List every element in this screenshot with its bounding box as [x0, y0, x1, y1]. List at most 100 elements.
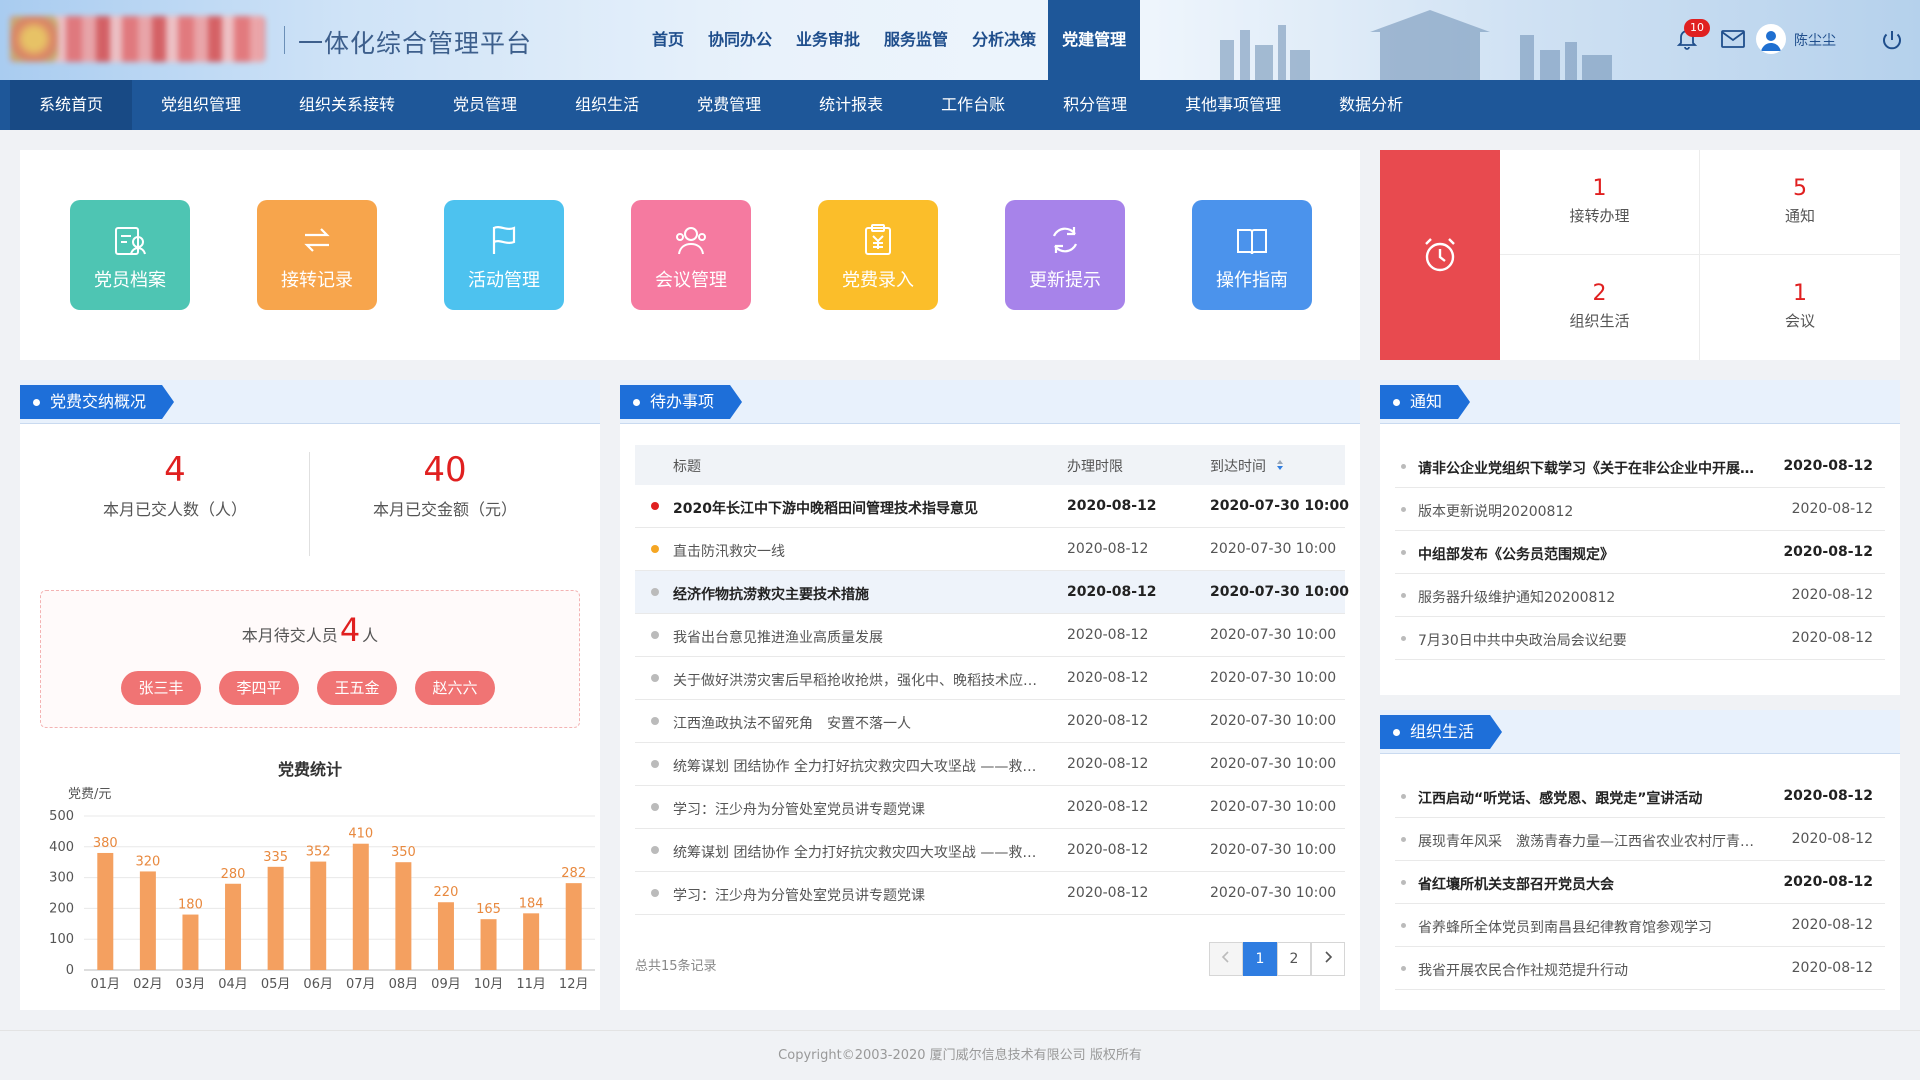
list-item[interactable]: 江西启动“听党话、感党恩、跟党走”宣讲活动 2020-08-12: [1395, 775, 1885, 818]
item-date: 2020-08-12: [1791, 501, 1873, 517]
list-item[interactable]: 省红壤所机关支部召开党员大会 2020-08-12: [1395, 861, 1885, 904]
list-item[interactable]: 请非公企业党组织下载学习《关于在非公企业中开展党员教育工作的通知》 2020-08…: [1395, 445, 1885, 488]
nav-approval[interactable]: 业务审批: [784, 0, 872, 80]
meeting-management-button[interactable]: 会议管理: [631, 200, 751, 310]
list-item[interactable]: 展现青年风采 激荡青春力量—江西省农业农村厅青年干部座谈会 2020-08-12: [1395, 818, 1885, 861]
bullet-icon: [1401, 550, 1406, 555]
organization-logo: [10, 16, 265, 62]
table-row[interactable]: 学习：汪少舟为分管处室党员讲专题党课 2020-08-12 2020-07-30 1…: [635, 872, 1345, 915]
member-file-button[interactable]: 党员档案: [70, 200, 190, 310]
list-item[interactable]: 7月30日中共中央政治局会议纪要 2020-08-12: [1395, 617, 1885, 660]
nav-supervision[interactable]: 服务监管: [872, 0, 960, 80]
item-title: 江西启动“听党话、感党恩、跟党走”宣讲活动: [1418, 791, 1703, 807]
status-dot: [651, 502, 659, 510]
table-row[interactable]: 统筹谋划 团结协作 全力打好抗灾救灾四大攻坚战 ——救灾物资保障 2020-08-…: [635, 829, 1345, 872]
refresh-icon: [1052, 227, 1078, 253]
org-life-panel: 组织生活 江西启动“听党话、感党恩、跟党走”宣讲活动 2020-08-12 展现青年…: [1380, 710, 1900, 1010]
task-title: 经济作物抗涝救灾主要技术措施: [673, 587, 869, 603]
task-deadline: 2020-08-12: [1067, 541, 1149, 557]
item-title: 请非公企业党组织下载学习《关于在非公企业中开展党员教育工作的通知》: [1418, 461, 1758, 477]
table-row[interactable]: 经济作物抗涝救灾主要技术措施 2020-08-12 2020-07-30 10:00: [635, 571, 1349, 614]
fee-entry-button[interactable]: 党费录入: [818, 200, 938, 310]
todo-org-life-cell[interactable]: 2 组织生活: [1500, 255, 1700, 360]
data-label: 184: [519, 896, 544, 911]
bullet-icon: [1401, 880, 1406, 885]
nav-office[interactable]: 协同办公: [696, 0, 784, 80]
x-tick-label: 10月: [474, 977, 504, 992]
nav-party-building[interactable]: 党建管理: [1048, 0, 1141, 80]
next-page-button[interactable]: [1311, 942, 1345, 976]
transfer-record-button[interactable]: 接转记录: [257, 200, 377, 310]
bar: [480, 919, 497, 970]
task-arrival: 2020-07-30 10:00: [1210, 713, 1337, 729]
update-tips-button[interactable]: 更新提示: [1005, 200, 1125, 310]
list-item[interactable]: 版本更新说明20200812 2020-08-12: [1395, 488, 1885, 531]
pending-member-pill[interactable]: 张三丰: [121, 671, 201, 705]
data-label: 380: [93, 836, 118, 851]
task-arrival: 2020-07-30 10:00: [1210, 756, 1337, 772]
subnav-relation-transfer[interactable]: 组织关系接转: [270, 80, 424, 130]
nav-analysis[interactable]: 分析决策: [960, 0, 1048, 80]
nav-home[interactable]: 首页: [640, 0, 696, 80]
pending-member-pill[interactable]: 李四平: [219, 671, 299, 705]
table-row[interactable]: 统筹谋划 团结协作 全力打好抗灾救灾四大攻坚战 ——救灾物资保障 2020-08-…: [635, 743, 1345, 786]
subnav-ledger[interactable]: 工作台账: [912, 80, 1034, 130]
activity-management-button[interactable]: 活动管理: [444, 200, 564, 310]
fee-overview-panel: 党费交纳概况 4 本月已交人数（人） 40 本月已交金额（元） 本月待交人员4 人…: [20, 380, 600, 1010]
sub-navigation: 系统首页 党组织管理 组织关系接转 党员管理 组织生活 党费管理 统计报表 工作…: [0, 80, 1920, 130]
y-tick-label: 300: [49, 871, 74, 886]
bar: [97, 852, 114, 970]
subnav-org-life[interactable]: 组织生活: [546, 80, 668, 130]
table-row[interactable]: 关于做好洪涝灾害后早稻抢收抢烘，强化中、晚稻技术应对的通知 2020-08-12 2…: [635, 657, 1345, 700]
notice-panel: 通知 请非公企业党组织下载学习《关于在非公企业中开展党员教育工作的通知》 2020…: [1380, 380, 1900, 695]
panel-title: 党费交纳概况: [20, 385, 174, 419]
footer-copyright: Copyright©2003-2020 厦门威尔信息技术有限公司 版权所有: [0, 1030, 1920, 1080]
item-date: 2020-08-12: [1783, 874, 1873, 890]
quick-action-label: 活动管理: [468, 270, 540, 291]
pending-member-pill[interactable]: 赵六六: [415, 671, 495, 705]
item-title: 服务器升级维护通知20200812: [1418, 590, 1616, 606]
list-item[interactable]: 省养蜂所全体党员到南昌县纪律教育馆参观学习 2020-08-12: [1395, 904, 1885, 947]
bar: [523, 913, 540, 970]
mail-icon[interactable]: [1720, 28, 1746, 50]
subnav-member[interactable]: 党员管理: [424, 80, 546, 130]
item-title: 7月30日中共中央政治局会议纪要: [1418, 633, 1627, 649]
prev-page-button[interactable]: [1209, 942, 1243, 976]
list-item[interactable]: 服务器升级维护通知20200812 2020-08-12: [1395, 574, 1885, 617]
sort-icon[interactable]: [1276, 459, 1284, 471]
header-arrival[interactable]: 到达时间: [1210, 456, 1266, 476]
table-row[interactable]: 我省出台意见推进渔业高质量发展 2020-08-12 2020-07-30 10:0…: [635, 614, 1345, 657]
table-row[interactable]: 直击防汛救灾一线 2020-08-12 2020-07-30 10:00: [635, 528, 1345, 571]
page-button[interactable]: 1: [1243, 942, 1277, 976]
subnav-reports[interactable]: 统计报表: [790, 80, 912, 130]
x-tick-label: 11月: [516, 977, 546, 992]
subnav-home[interactable]: 系统首页: [10, 80, 133, 130]
y-tick-label: 200: [49, 901, 74, 916]
header-divider: [284, 26, 285, 54]
todo-transfer-cell[interactable]: 1 接转办理: [1500, 150, 1700, 255]
panel-header: 待办事项: [620, 380, 1360, 424]
subnav-fee[interactable]: 党费管理: [668, 80, 790, 130]
user-avatar[interactable]: [1756, 24, 1786, 54]
table-row[interactable]: 江西渔政执法不留死角 安置不落一人 2020-08-12 2020-07-30 10…: [635, 700, 1345, 743]
username[interactable]: 陈尘尘: [1794, 30, 1836, 50]
list-item[interactable]: 我省开展农民合作社规范提升行动 2020-08-12: [1395, 947, 1885, 990]
operation-guide-button[interactable]: 操作指南: [1192, 200, 1312, 310]
todo-notice-cell[interactable]: 5 通知: [1700, 150, 1900, 255]
quick-action-label: 党员档案: [94, 270, 166, 291]
subnav-other[interactable]: 其他事项管理: [1156, 80, 1310, 130]
fee-entry-icon: [865, 224, 891, 255]
quick-actions-panel: 党员档案 接转记录 活动管理 会议管理 党费录入 更新提示 操作指南: [20, 150, 1360, 360]
subnav-data-analysis[interactable]: 数据分析: [1310, 80, 1432, 130]
member-file-icon: [115, 227, 146, 255]
pending-member-pill[interactable]: 王五金: [317, 671, 397, 705]
subnav-points[interactable]: 积分管理: [1034, 80, 1156, 130]
y-axis-label: 党费/元: [68, 787, 111, 802]
subnav-party-org[interactable]: 党组织管理: [132, 80, 270, 130]
table-row[interactable]: 学习：汪少舟为分管处室党员讲专题党课 2020-08-12 2020-07-30 1…: [635, 786, 1345, 829]
todo-meeting-cell[interactable]: 1 会议: [1700, 255, 1900, 360]
table-row[interactable]: 2020年长江中下游中晚稻田间管理技术指导意见 2020-08-12 2020-07…: [635, 485, 1349, 528]
page-button[interactable]: 2: [1277, 942, 1311, 976]
list-item[interactable]: 中组部发布《公务员范围规定》 2020-08-12: [1395, 531, 1885, 574]
power-icon[interactable]: [1880, 28, 1904, 52]
